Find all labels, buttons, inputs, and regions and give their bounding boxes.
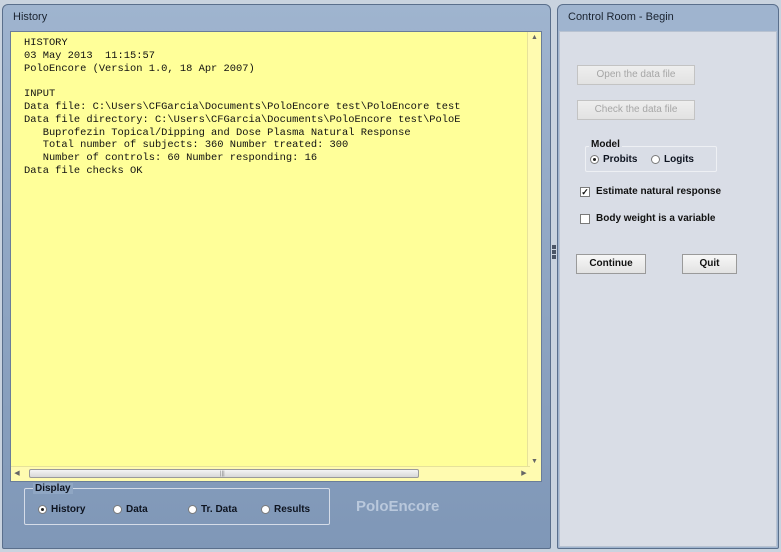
history-line: INPUT — [24, 88, 56, 101]
display-group-label: Display — [33, 483, 73, 494]
history-line — [24, 75, 523, 88]
check-data-file-button[interactable]: Check the data file — [577, 100, 695, 120]
radio-unselected-icon[interactable] — [651, 155, 660, 164]
display-radio-results[interactable]: Results — [261, 504, 310, 515]
open-data-file-button[interactable]: Open the data file — [577, 65, 695, 85]
brand-label: PoloEncore — [356, 498, 440, 515]
scroll-corner — [528, 467, 541, 481]
history-line: Number of controls: 60 Number responding… — [24, 152, 318, 165]
radio-unselected-icon[interactable] — [188, 505, 197, 514]
display-radio-data[interactable]: Data — [113, 504, 148, 515]
history-log: HISTORY 03 May 2013 11:15:57 PoloEncore (V… — [24, 37, 523, 178]
model-radio-logits[interactable]: Logits — [651, 154, 694, 165]
quit-button[interactable]: Quit — [682, 254, 737, 274]
radio-unselected-icon[interactable] — [261, 505, 270, 514]
history-line: PoloEncore (Version 1.0, 18 Apr 2007) — [24, 62, 255, 75]
scroll-up-icon[interactable]: ▲ — [528, 32, 541, 44]
history-text-pane[interactable]: HISTORY 03 May 2013 11:15:57 PoloEncore (V… — [10, 31, 542, 482]
horizontal-scrollbar[interactable]: ◀ ||| ▶ — [11, 466, 530, 481]
history-line: Data file directory: C:\Users\CFGarcia\D… — [24, 113, 461, 126]
control-room-title: Control Room - Begin — [568, 11, 674, 23]
history-line: Data file checks OK — [24, 164, 143, 177]
checkbox-checked-icon[interactable]: ✓ — [580, 186, 590, 197]
scroll-left-icon[interactable]: ◀ — [11, 467, 23, 481]
radio-selected-icon[interactable] — [38, 505, 47, 514]
display-radio-history[interactable]: History — [38, 504, 85, 515]
checkbox-unchecked-icon[interactable] — [580, 213, 590, 224]
continue-button[interactable]: Continue — [576, 254, 646, 274]
history-line: Total number of subjects: 360 Number tre… — [24, 139, 349, 152]
history-window-title: History — [13, 11, 48, 23]
history-line: HISTORY — [24, 37, 68, 49]
model-group-label: Model — [589, 139, 622, 150]
estimate-natural-response-checkbox[interactable]: ✓ Estimate natural response — [580, 186, 721, 197]
radio-selected-icon[interactable] — [590, 155, 599, 164]
history-line: 03 May 2013 11:15:57 — [24, 49, 155, 62]
body-weight-checkbox[interactable]: Body weight is a variable — [580, 213, 715, 224]
horizontal-scroll-thumb[interactable]: ||| — [29, 469, 419, 478]
vertical-scrollbar[interactable]: ▲ ▼ — [527, 32, 541, 468]
radio-unselected-icon[interactable] — [113, 505, 122, 514]
display-radio-tr-data[interactable]: Tr. Data — [188, 504, 237, 515]
model-radio-probits[interactable]: Probits — [590, 154, 637, 165]
history-line: Data file: C:\Users\CFGarcia\Documents\P… — [24, 100, 461, 113]
history-line: Buprofezin Topical/Dipping and Dose Plas… — [24, 126, 411, 139]
